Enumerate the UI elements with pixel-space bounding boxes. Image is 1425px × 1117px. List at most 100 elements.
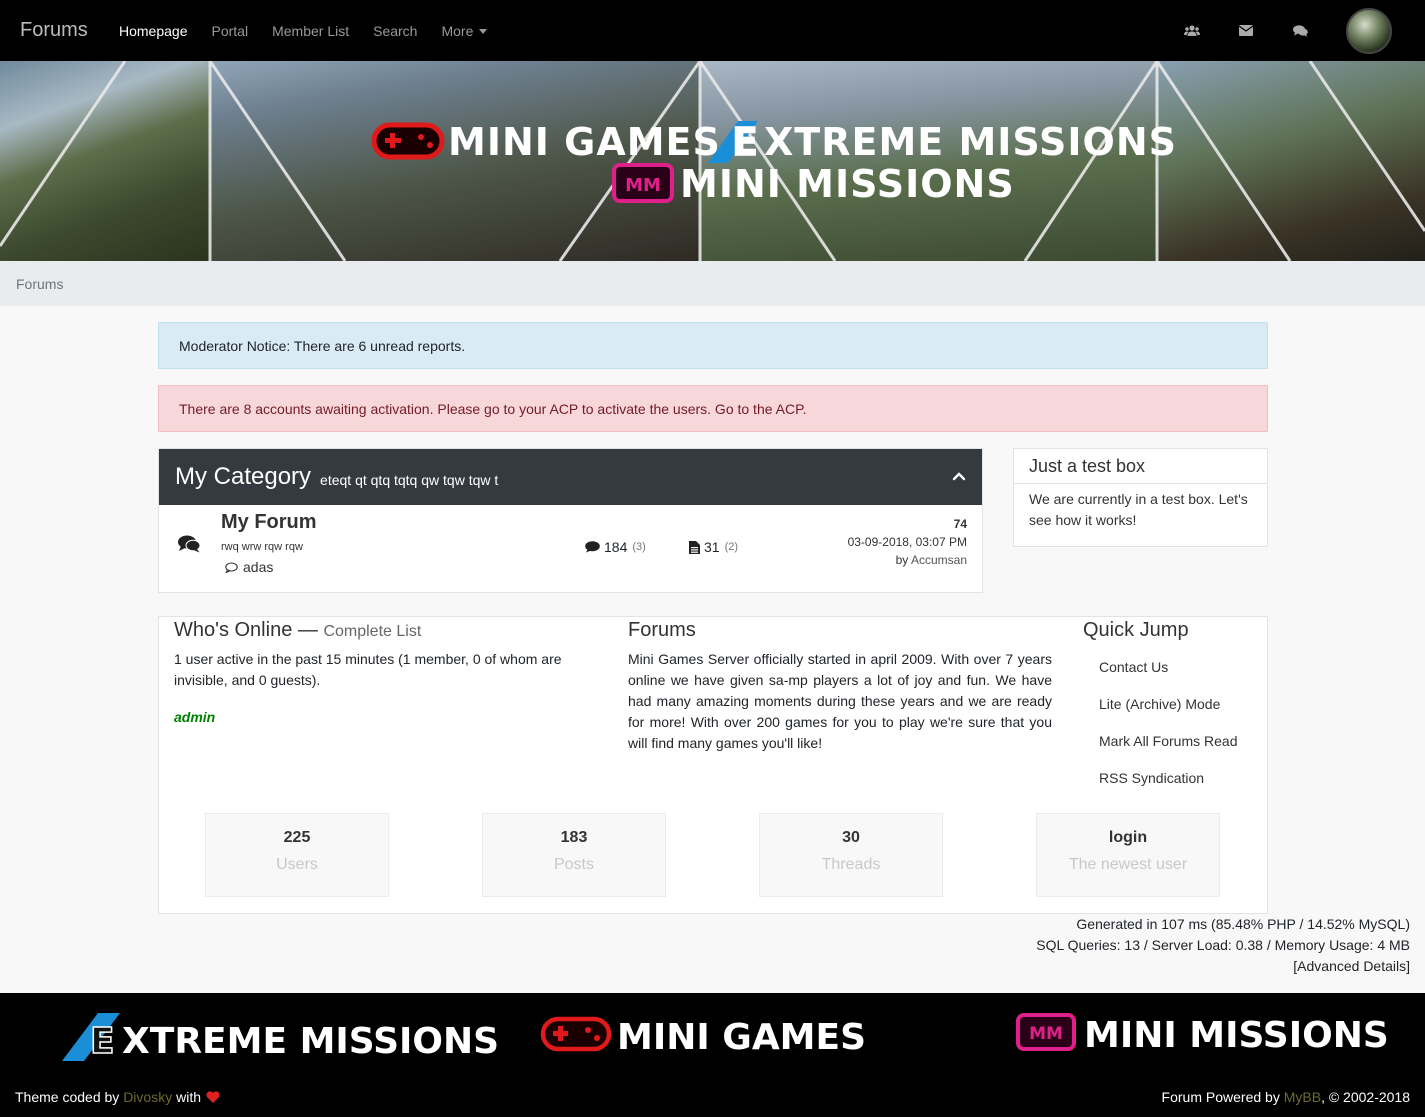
- quick-jump-contact-us[interactable]: Contact Us: [1099, 659, 1168, 675]
- category-title[interactable]: My Category: [175, 463, 311, 491]
- debug-sql: SQL Queries: 13 / Server Load: 0.38 / Me…: [1036, 937, 1410, 953]
- debug-generated: Generated in 107 ms (85.48% PHP / 14.52%…: [1076, 916, 1410, 932]
- whos-online-text: 1 user active in the past 15 minutes (1 …: [174, 651, 562, 688]
- stat-users-value: 225: [283, 829, 311, 846]
- category-header: My Category eteqt qt qtq tqtq qw tqw tqw…: [159, 449, 982, 505]
- forums-info-text: Mini Games Server officially started in …: [628, 651, 1052, 751]
- stat-newest-user-value[interactable]: login: [1037, 829, 1219, 847]
- quick-jump-rss[interactable]: RSS Syndication: [1099, 770, 1204, 786]
- forum-category: My Category eteqt qt qtq tqtq qw tqw tqw…: [158, 448, 983, 593]
- stat-newest-user-label: The newest user: [1068, 856, 1188, 873]
- mm-badge-icon: MM: [612, 163, 674, 203]
- lastpost-thread-link[interactable]: 74: [848, 515, 967, 533]
- breadcrumb-forums[interactable]: Forums: [16, 276, 63, 292]
- banner-line1-left: MINI GAMES: [448, 120, 721, 164]
- powered-suffix: , © 2002-2018: [1321, 1089, 1410, 1105]
- threads-value: 184: [604, 539, 628, 555]
- nav-links: Homepage Portal Member List Search More: [119, 23, 511, 39]
- activation-alert[interactable]: There are 8 accounts awaiting activation…: [158, 385, 1268, 432]
- nav-user-area: [1184, 0, 1425, 61]
- chevron-down-icon: [479, 29, 488, 35]
- collapse-chevron-icon[interactable]: [952, 469, 966, 483]
- whos-online-heading: Who's Online: [174, 619, 293, 641]
- footer-logo3-text: MINI MISSIONS: [1084, 1015, 1389, 1056]
- footer-mini-missions-logo: MM MINI MISSIONS: [1016, 1013, 1389, 1056]
- nav-more-label: More: [441, 22, 474, 39]
- stat-posts-value: 183: [560, 829, 588, 846]
- forum-status-icon: [178, 535, 200, 553]
- nav-member-list[interactable]: Member List: [272, 23, 349, 39]
- stat-posts-label: Posts: [553, 856, 594, 873]
- whos-online-title: Who's Online — Complete List: [174, 619, 421, 642]
- banner-mm-badge: MM: [625, 175, 661, 196]
- category-description: eteqt qt qtq tqtq qw tqw tqw t: [320, 472, 499, 488]
- forum-lastpost: 74 03-09-2018, 03:07 PM by Accumsan: [848, 515, 967, 569]
- test-sidebox: Just a test box We are currently in a te…: [1013, 448, 1268, 547]
- posts-value: 31: [704, 539, 720, 555]
- avatar[interactable]: [1346, 7, 1392, 54]
- footer-mini-games-logo: MINI GAMES: [540, 1016, 866, 1058]
- quick-jump-title: Quick Jump: [1083, 619, 1189, 641]
- subforum-label: adas: [243, 559, 274, 575]
- stat-card-newest-user[interactable]: login The newest user: [1036, 813, 1220, 897]
- footer-extreme-initial: E: [90, 1021, 115, 1062]
- banner-line1-right: XTREME MISSIONS: [764, 120, 1177, 164]
- debug-close-bracket: ]: [1406, 958, 1410, 974]
- credit-prefix: Theme coded by: [15, 1089, 120, 1105]
- stat-threads-value: 30: [842, 829, 860, 846]
- footer-mm-badge: MM: [1029, 1024, 1063, 1044]
- footer-logos: E XTREME MISSIONS MINI GAMES MM MINI MIS…: [62, 1013, 1389, 1063]
- sidebox-title: Just a test box: [1014, 449, 1267, 484]
- comment-outline-icon: [225, 561, 238, 573]
- banner-line2: MINI MISSIONS: [680, 162, 1015, 206]
- forum-row: My Forum rwq wrw rqw rqw adas 184 (3) 31…: [159, 505, 982, 593]
- nav-homepage[interactable]: Homepage: [119, 23, 188, 39]
- forum-description: rwq wrw rqw rqw: [221, 541, 303, 553]
- footer-logo1-text: XTREME MISSIONS: [122, 1021, 499, 1062]
- breadcrumb: Forums: [0, 261, 1425, 306]
- quick-jump-lite-mode[interactable]: Lite (Archive) Mode: [1099, 696, 1220, 712]
- lastpost-user-link[interactable]: Accumsan: [911, 553, 967, 567]
- stat-card-posts: 183 Posts: [482, 813, 666, 897]
- stat-users-label: Users: [276, 856, 318, 873]
- sidebox-body: We are currently in a test box. Let's se…: [1029, 491, 1248, 528]
- comments-icon[interactable]: [1292, 24, 1308, 38]
- credit-with: with: [176, 1089, 201, 1105]
- stat-card-threads: 30 Threads: [759, 813, 943, 897]
- file-icon: [689, 540, 700, 554]
- stat-card-users: 225 Users: [205, 813, 389, 897]
- forum-posts-count: 31 (2): [689, 539, 738, 555]
- nav-search[interactable]: Search: [373, 23, 417, 39]
- advanced-details-link[interactable]: Advanced Details: [1297, 958, 1406, 974]
- envelope-icon[interactable]: [1238, 24, 1254, 38]
- forum-title-link[interactable]: My Forum: [221, 511, 317, 534]
- lastpost-date: 03-09-2018, 03:07 PM: [847, 535, 967, 549]
- powered-prefix: Forum Powered by: [1161, 1089, 1280, 1105]
- posts-unapproved: (2): [724, 541, 739, 553]
- whos-online-separator: —: [297, 619, 318, 641]
- nav-more-dropdown[interactable]: More: [441, 22, 488, 39]
- footer-logo2-text: MINI GAMES: [617, 1017, 866, 1058]
- subforum-link[interactable]: adas: [225, 559, 273, 575]
- brand-link[interactable]: Forums: [20, 19, 119, 42]
- banner-extreme-initial: E: [732, 120, 759, 164]
- footer: E XTREME MISSIONS MINI GAMES MM MINI MIS…: [0, 993, 1425, 1117]
- heart-icon: [206, 1091, 220, 1103]
- online-user-link[interactable]: admin: [174, 709, 215, 725]
- users-icon[interactable]: [1184, 24, 1200, 38]
- footer-theme-credit: Theme coded by Divosky with: [15, 1089, 220, 1105]
- mybb-link[interactable]: MyBB: [1284, 1089, 1321, 1105]
- footer-extreme-missions-logo: E XTREME MISSIONS: [62, 1013, 499, 1063]
- threads-unapproved: (3): [632, 541, 646, 553]
- comment-icon: [585, 541, 600, 553]
- complete-list-link[interactable]: Complete List: [323, 623, 421, 640]
- lastpost-by: by: [895, 553, 909, 567]
- debug-info: Generated in 107 ms (85.48% PHP / 14.52%…: [1036, 914, 1410, 977]
- top-navbar: Forums Homepage Portal Member List Searc…: [0, 0, 1425, 61]
- server-logo: MINI GAMES E XTREME MISSIONS MM MINI MIS…: [371, 119, 1177, 206]
- quick-jump-mark-read[interactable]: Mark All Forums Read: [1099, 733, 1237, 749]
- moderator-notice-alert[interactable]: Moderator Notice: There are 6 unread rep…: [158, 322, 1268, 369]
- credit-author-link[interactable]: Divosky: [123, 1089, 172, 1105]
- forums-info-title: Forums: [628, 619, 696, 641]
- nav-portal[interactable]: Portal: [212, 23, 249, 39]
